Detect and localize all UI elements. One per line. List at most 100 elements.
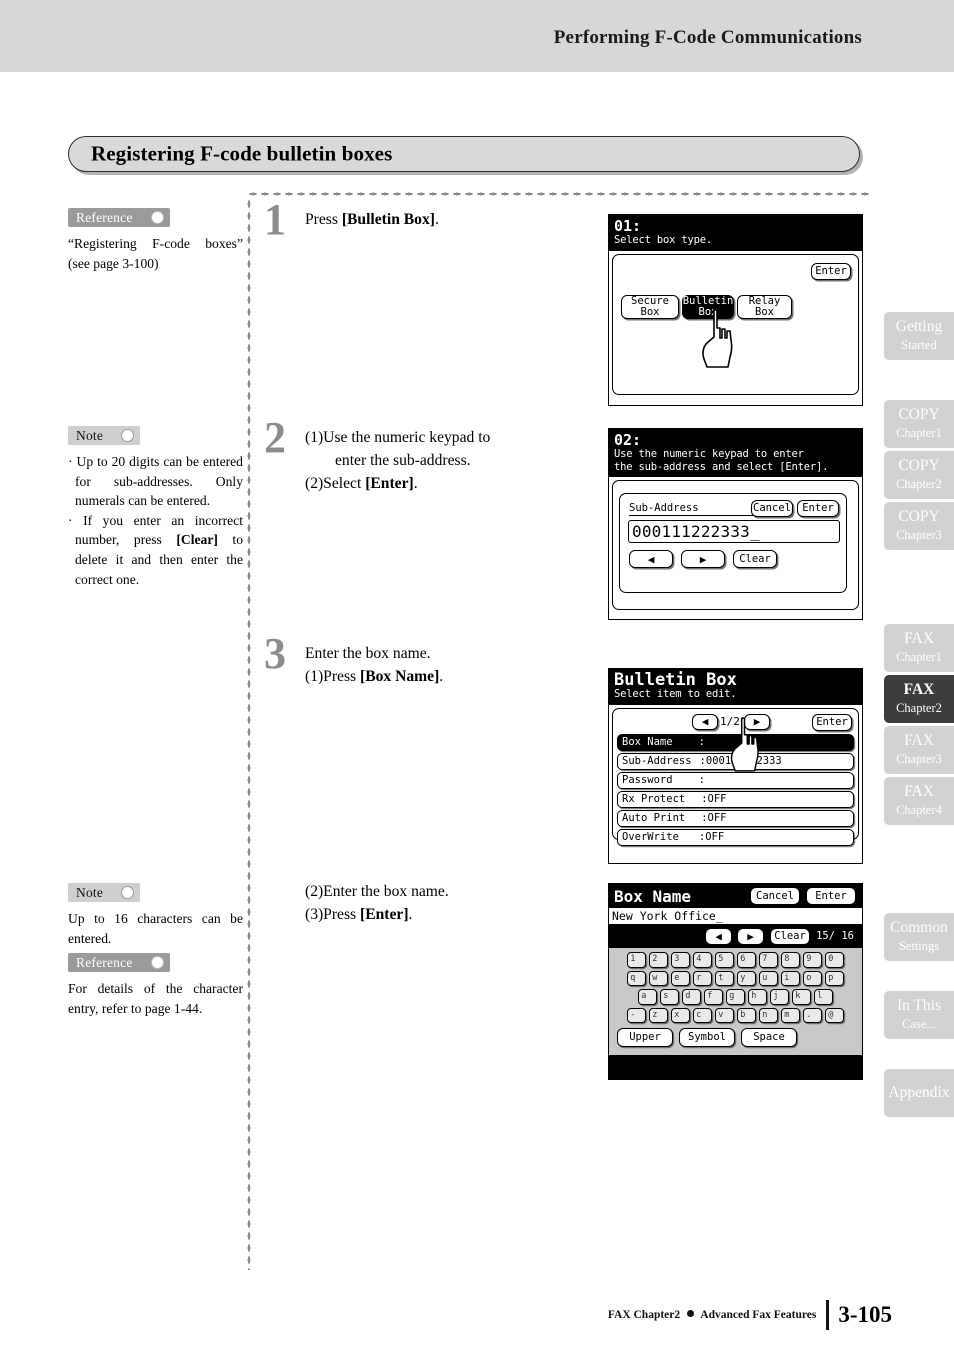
key-f[interactable]: f [704,989,723,1005]
key-m[interactable]: m [781,1007,800,1023]
bulletin-box-button[interactable]: Bulletin Box [682,294,734,319]
key-3[interactable]: 3 [671,952,690,968]
key-g[interactable]: g [726,989,745,1005]
key-b[interactable]: b [737,1007,756,1023]
key-6[interactable]: 6 [737,952,756,968]
note-callout-1: Note · Up to 20 digits can be entered fo… [68,426,243,589]
key-7[interactable]: 7 [759,952,778,968]
key-i[interactable]: i [781,970,800,986]
key-w[interactable]: w [649,970,668,986]
item-row-rx-protect[interactable]: Rx Protect:OFF [617,791,854,808]
item-row-sub-address[interactable]: Sub-Address:000111222333 [617,753,854,770]
sub-address-controls: ◀ ▶ Clear [629,550,777,568]
tab-getting-started[interactable]: Getting Started [884,312,954,360]
tab-fax-chapter3[interactable]: FAX Chapter3 [884,726,954,774]
tab-line-1: In This [896,997,942,1014]
lcd3-pager: ◀ 1/2 ▶ Enter [617,713,854,732]
tab-line-1: FAX [903,681,935,698]
box-name-enter-button[interactable]: Enter [806,887,856,905]
key-r[interactable]: r [693,970,712,986]
reference-tag-label: Reference [76,209,133,225]
key-8[interactable]: 8 [781,952,800,968]
cursor-left-button[interactable]: ◀ [629,550,673,568]
item-row-auto-print[interactable]: Auto Print:OFF [617,810,854,827]
page-prev-button[interactable]: ◀ [692,713,718,730]
lcd4-edit-bar: ◀ ▶ Clear 15/ 16 [609,925,862,948]
lcd3-body: ◀ 1/2 ▶ Enter Box Name: Sub-Address:0001… [612,707,859,846]
cursor-right-button[interactable]: ▶ [737,928,764,945]
key-q[interactable]: q [627,970,646,986]
key-a[interactable]: a [638,989,657,1005]
key-9[interactable]: 9 [803,952,822,968]
footer-section: Advanced Fax Features [700,1309,817,1321]
key-l[interactable]: l [814,989,833,1005]
key-x[interactable]: x [671,1007,690,1023]
tab-copy-chapter2[interactable]: COPY Chapter2 [884,451,954,499]
item-value: :OFF [698,831,725,843]
clear-button[interactable]: Clear [770,928,810,945]
key-2[interactable]: 2 [649,952,668,968]
box-name-input[interactable]: New York Office_ [609,908,862,925]
relay-box-button[interactable]: Relay Box [737,294,792,319]
cursor-right-button[interactable]: ▶ [681,550,725,568]
tab-line-2: Chapter3 [896,528,942,542]
key-k[interactable]: k [792,989,811,1005]
key-t[interactable]: t [715,970,734,986]
secure-box-button[interactable]: Secure Box [621,294,679,319]
sub-address-enter-button[interactable]: Enter [797,500,839,517]
tab-fax-chapter4[interactable]: FAX Chapter4 [884,777,954,825]
key-c[interactable]: c [693,1007,712,1023]
item-row-password[interactable]: Password: [617,772,854,789]
key-z[interactable]: z [649,1007,668,1023]
key-0[interactable]: 0 [825,952,844,968]
tab-copy-chapter3[interactable]: COPY Chapter3 [884,502,954,550]
key-o[interactable]: o [803,970,822,986]
tab-in-this-case[interactable]: In This Case... [884,991,954,1039]
key-d[interactable]: d [682,989,701,1005]
key-y[interactable]: y [737,970,756,986]
space-button[interactable]: Space [741,1028,797,1047]
lcd1-enter-button[interactable]: Enter [811,262,851,280]
key-4[interactable]: 4 [693,952,712,968]
key-h[interactable]: h [748,989,767,1005]
key-p[interactable]: p [825,970,844,986]
item-label: Sub-Address [622,755,692,767]
symbol-button[interactable]: Symbol [679,1028,735,1047]
item-row-overwrite[interactable]: OverWrite :OFF [617,829,854,846]
cursor-left-button[interactable]: ◀ [705,928,732,945]
key-s[interactable]: s [660,989,679,1005]
lcd3-enter-button[interactable]: Enter [812,713,852,731]
tab-fax-chapter1[interactable]: FAX Chapter1 [884,624,954,672]
tab-copy-chapter1[interactable]: COPY Chapter1 [884,400,954,448]
page-number: 3-105 [838,1302,892,1327]
sub-address-input[interactable]: 000111222333_ [628,520,840,543]
tab-common-settings[interactable]: Common Settings [884,913,954,961]
note-tag: Note [68,883,141,902]
step-3c-line-1: (2)Enter the box name. [305,883,449,900]
note-text: Up to 16 characters can be entered. [68,911,243,946]
key-period[interactable]: . [803,1007,822,1023]
key-at[interactable]: @ [825,1007,844,1023]
key-j[interactable]: j [770,989,789,1005]
upper-button[interactable]: Upper [617,1028,673,1047]
clear-button[interactable]: Clear [733,550,777,568]
key-e[interactable]: e [671,970,690,986]
box-name-cancel-button[interactable]: Cancel [750,887,800,905]
page-next-button[interactable]: ▶ [744,713,770,730]
tab-group-copy: COPY Chapter1 COPY Chapter2 COPY Chapter… [884,400,954,553]
key-u[interactable]: u [759,970,778,986]
key-5[interactable]: 5 [715,952,734,968]
sub-address-cancel-button[interactable]: Cancel [751,500,793,517]
tab-line-2: Chapter1 [896,426,942,440]
item-row-box-name[interactable]: Box Name: [617,734,854,751]
tab-appendix[interactable]: Appendix [884,1069,954,1117]
tab-fax-chapter2[interactable]: FAX Chapter2 [884,675,954,723]
note-bullet-2: · If you enter an incorrect number, pres… [68,512,243,587]
key-hyphen[interactable]: - [627,1007,646,1023]
key-n[interactable]: n [759,1007,778,1023]
key-1[interactable]: 1 [627,952,646,968]
key-v[interactable]: v [715,1007,734,1023]
lcd1-title: 01: [614,217,642,235]
tab-line-1: Appendix [888,1084,950,1101]
item-label: OverWrite [622,831,679,843]
